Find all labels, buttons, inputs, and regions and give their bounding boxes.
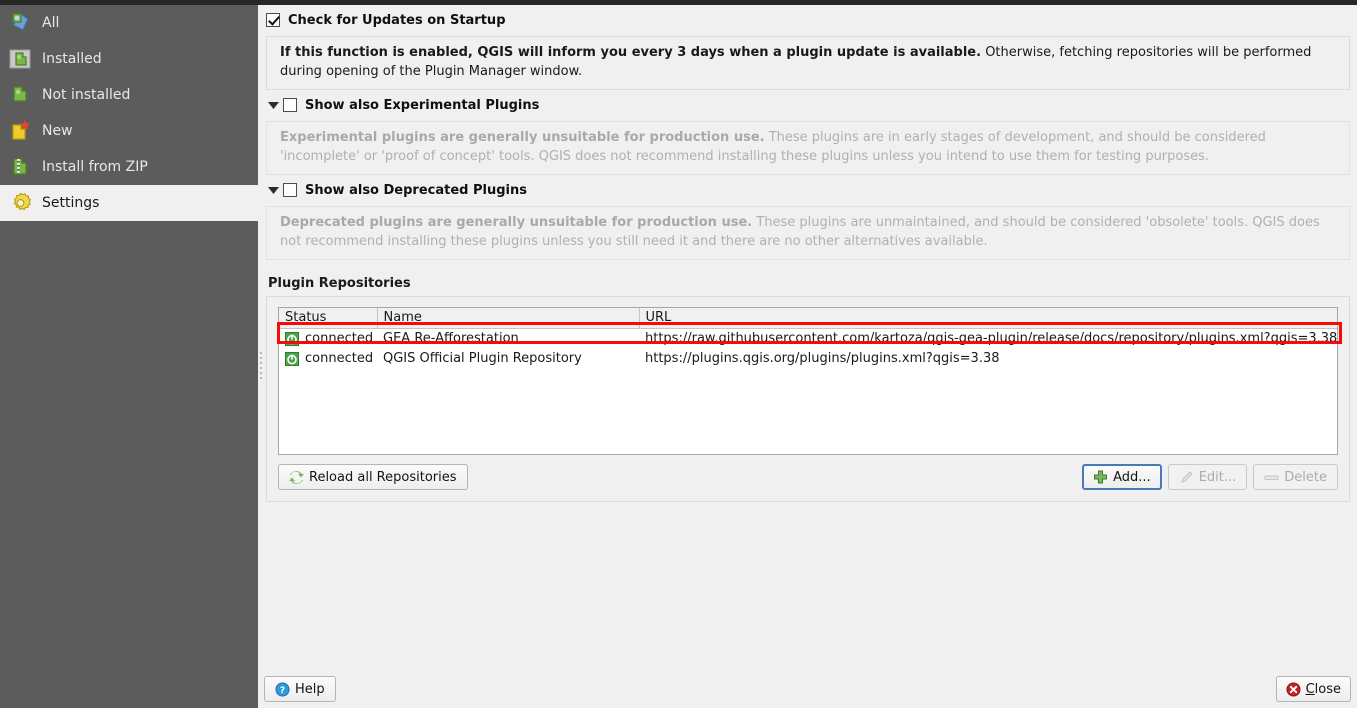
sidebar-item-label: Not installed [42, 87, 131, 103]
row-url-cell: https://plugins.qgis.org/plugins/plugins… [645, 351, 1000, 366]
splitter-grip [260, 352, 262, 382]
repository-buttons-row: Reload all Repositories Add... Edit... D… [278, 464, 1338, 490]
experimental-info-bold: Experimental plugins are generally unsui… [280, 130, 765, 145]
row-status-text: connected [305, 351, 374, 366]
delete-repository-label: Delete [1284, 469, 1327, 485]
puzzle-new-icon [8, 118, 34, 144]
check-updates-info-bold: If this function is enabled, QGIS will i… [280, 45, 982, 60]
sidebar-item-label: Settings [42, 195, 100, 211]
sidebar-item-new[interactable]: New [0, 113, 258, 149]
close-button[interactable]: Close [1275, 676, 1351, 702]
sidebar-item-install-from-zip[interactable]: Install from ZIP [0, 149, 258, 185]
deprecated-info: Deprecated plugins are generally unsuita… [266, 206, 1350, 260]
gear-icon [8, 190, 34, 216]
row-status-text: connected [305, 331, 374, 347]
experimental-row[interactable]: Show also Experimental Plugins [266, 94, 1350, 116]
pencil-icon [1179, 470, 1194, 485]
chevron-down-icon-deprecated[interactable] [266, 183, 280, 197]
help-label: Help [295, 681, 325, 697]
close-label: Close [1306, 682, 1341, 697]
row-name-cell: GEA Re-Afforestation [383, 331, 519, 347]
puzzle-blue-icon [8, 10, 34, 36]
sidebar: All Installed Not installed New Install … [0, 5, 258, 708]
plugin-repositories-title: Plugin Repositories [268, 276, 411, 291]
sidebar-item-settings[interactable]: Settings [0, 185, 258, 221]
repositories-table: Status Name URL connected GEA Re-Affores… [279, 308, 1337, 369]
settings-panel: Check for Updates on Startup If this fun… [264, 5, 1357, 708]
check-updates-label: Check for Updates on Startup [288, 12, 506, 28]
sidebar-item-not-installed[interactable]: Not installed [0, 77, 258, 113]
close-icon [1286, 682, 1301, 697]
plugin-repositories-frame: Status Name URL connected GEA Re-Affores… [266, 296, 1350, 502]
experimental-checkbox[interactable] [283, 98, 297, 112]
minus-icon [1264, 470, 1279, 485]
edit-repository-label: Edit... [1198, 469, 1237, 485]
deprecated-checkbox[interactable] [283, 183, 297, 197]
deprecated-info-bold: Deprecated plugins are generally unsuita… [280, 215, 753, 230]
table-row[interactable]: connected GEA Re-Afforestation https://r… [279, 329, 1337, 349]
sidebar-item-all[interactable]: All [0, 5, 258, 41]
puzzle-green-icon [8, 82, 34, 108]
delete-repository-button: Delete [1253, 464, 1338, 490]
close-accel-char: C [1305, 681, 1315, 697]
check-updates-info: If this function is enabled, QGIS will i… [266, 36, 1350, 90]
sidebar-item-label: All [42, 15, 60, 31]
help-button[interactable]: ? Help [264, 676, 336, 702]
reload-icon [289, 470, 304, 485]
connected-icon [285, 351, 299, 366]
add-repository-button[interactable]: Add... [1082, 464, 1162, 490]
deprecated-label: Show also Deprecated Plugins [305, 182, 527, 198]
connected-icon [285, 331, 299, 346]
sidebar-item-label: Installed [42, 51, 102, 67]
experimental-info: Experimental plugins are generally unsui… [266, 121, 1350, 175]
close-rest-chars: lose [1314, 681, 1341, 697]
puzzle-boxed-icon [8, 46, 34, 72]
row-name-cell: QGIS Official Plugin Repository [383, 351, 582, 366]
edit-repository-button: Edit... [1167, 464, 1248, 490]
table-row[interactable]: connected QGIS Official Plugin Repositor… [279, 349, 1337, 369]
add-repository-label: Add... [1113, 469, 1151, 485]
help-icon: ? [275, 682, 290, 697]
deprecated-row[interactable]: Show also Deprecated Plugins [266, 179, 1350, 201]
sidebar-item-label: New [42, 123, 73, 139]
sidebar-item-label: Install from ZIP [42, 159, 148, 175]
column-header-url[interactable]: URL [639, 308, 1337, 329]
puzzle-zip-icon [8, 154, 34, 180]
reload-all-repositories-label: Reload all Repositories [309, 469, 457, 485]
chevron-down-icon-experimental[interactable] [266, 98, 280, 112]
svg-text:?: ? [280, 686, 285, 696]
column-header-status[interactable]: Status [279, 308, 378, 329]
check-updates-row[interactable]: Check for Updates on Startup [266, 9, 1350, 31]
sidebar-item-installed[interactable]: Installed [0, 41, 258, 77]
plugin-manager-window: All Installed Not installed New Install … [0, 0, 1357, 708]
column-header-name[interactable]: Name [377, 308, 640, 329]
row-url-cell: https://raw.githubusercontent.com/kartoz… [645, 331, 1337, 347]
table-header-row: Status Name URL [279, 308, 1337, 329]
repositories-table-wrap: Status Name URL connected GEA Re-Affores… [278, 307, 1338, 455]
plus-icon [1093, 470, 1108, 485]
dialog-button-bar: ? Help Close [264, 676, 1351, 702]
experimental-label: Show also Experimental Plugins [305, 97, 540, 113]
reload-all-repositories-button[interactable]: Reload all Repositories [278, 464, 468, 490]
row-status-cell: connected [279, 329, 377, 349]
check-updates-checkbox[interactable] [266, 13, 280, 27]
row-status-cell: connected [279, 349, 377, 369]
